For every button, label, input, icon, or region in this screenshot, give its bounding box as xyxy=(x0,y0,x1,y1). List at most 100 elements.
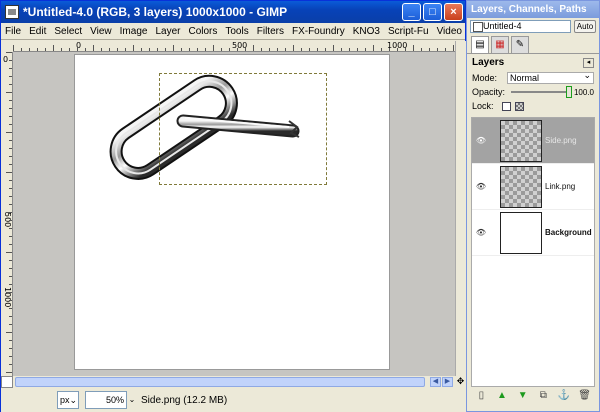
ruler-tick xyxy=(29,48,30,51)
vertical-scrollbar[interactable] xyxy=(455,41,466,376)
layer-row-link[interactable]: 👁 Link.png xyxy=(472,164,594,210)
layer-row-background[interactable]: 👁 Background xyxy=(472,210,594,256)
menu-image[interactable]: Image xyxy=(116,26,152,37)
ruler-tick xyxy=(437,48,438,51)
layer-row-side[interactable]: 👁 Side.png xyxy=(472,118,594,164)
duplicate-layer-icon[interactable]: ⧉ xyxy=(536,390,550,402)
dock-titlebar[interactable]: Layers, Channels, Paths xyxy=(467,1,599,18)
opacity-slider[interactable] xyxy=(511,86,572,98)
ruler-tick xyxy=(189,48,190,51)
image-window-titlebar[interactable]: *Untitled-4.0 (RGB, 3 layers) 1000x1000 … xyxy=(1,1,465,23)
unit-selector[interactable]: px⌄ xyxy=(57,391,79,409)
menu-file[interactable]: File xyxy=(1,26,25,37)
visibility-eye-icon[interactable]: 👁 xyxy=(472,228,490,237)
ruler-tick xyxy=(9,348,12,349)
raise-layer-icon[interactable]: ▲ xyxy=(495,390,509,402)
maximize-button[interactable]: □ xyxy=(423,3,442,21)
menu-colors[interactable]: Colors xyxy=(184,26,221,37)
lock-alpha-icon[interactable] xyxy=(514,101,524,111)
ruler-tick xyxy=(45,48,46,51)
ruler-tick xyxy=(6,332,12,333)
opacity-value[interactable]: 100.0 xyxy=(572,88,594,97)
layer-name[interactable]: Side.png xyxy=(545,136,577,145)
menu-tools[interactable]: Tools xyxy=(221,26,252,37)
ruler-tick xyxy=(9,116,12,117)
zoom-field[interactable]: 50% xyxy=(85,391,127,409)
ruler-tick xyxy=(9,340,12,341)
menu-fx-foundry[interactable]: FX-Foundry xyxy=(288,26,349,37)
ruler-tick xyxy=(373,45,374,51)
ruler-tick xyxy=(317,48,318,51)
menu-edit[interactable]: Edit xyxy=(25,26,50,37)
layer-thumbnail[interactable] xyxy=(500,165,542,208)
delete-layer-icon[interactable]: 🗑 xyxy=(578,390,592,402)
navigate-icon[interactable]: ✥ xyxy=(455,376,466,388)
mode-select[interactable]: Normal xyxy=(507,70,594,84)
layer-name[interactable]: Background xyxy=(545,228,592,237)
ruler-tick xyxy=(309,48,310,51)
menu-filters[interactable]: Filters xyxy=(253,26,288,37)
tab-channels-icon[interactable]: ▦ xyxy=(491,36,509,53)
menu-video[interactable]: Video xyxy=(433,26,466,37)
horizontal-scrollbar[interactable]: ◀ ▶ xyxy=(13,376,455,388)
ruler-tick xyxy=(181,48,182,51)
layer-thumbnail[interactable] xyxy=(500,119,542,162)
new-layer-icon[interactable]: ▯ xyxy=(474,390,488,402)
scroll-right-arrow[interactable]: ▶ xyxy=(442,377,453,387)
ruler-tick xyxy=(9,276,12,277)
ruler-corner[interactable] xyxy=(1,41,13,52)
horizontal-ruler[interactable]: 0 500 1000 xyxy=(13,41,455,52)
quick-mask-toggle[interactable] xyxy=(1,376,13,388)
ruler-tick xyxy=(9,228,12,229)
menu-view[interactable]: View xyxy=(86,26,116,37)
menu-kno3[interactable]: KNO3 xyxy=(349,26,384,37)
image-canvas[interactable] xyxy=(74,54,390,370)
menu-select[interactable]: Select xyxy=(50,26,86,37)
opacity-slider-knob[interactable] xyxy=(566,86,572,98)
panel-menu-button[interactable]: ◂ xyxy=(583,57,594,68)
auto-button[interactable]: Auto xyxy=(574,19,596,33)
tab-paths-icon[interactable]: ✎ xyxy=(511,36,529,53)
dock-title: Layers, Channels, Paths xyxy=(471,4,587,15)
ruler-tick xyxy=(213,45,214,51)
anchor-layer-icon[interactable]: ⚓ xyxy=(557,390,571,402)
scrollbar-thumb[interactable] xyxy=(15,377,425,387)
ruler-tick xyxy=(229,48,230,51)
ruler-tick xyxy=(69,48,70,51)
layer-name[interactable]: Link.png xyxy=(545,182,575,191)
canvas-area[interactable] xyxy=(13,52,455,376)
ruler-tick xyxy=(6,252,12,253)
ruler-tick xyxy=(6,52,12,53)
lower-layer-icon[interactable]: ▼ xyxy=(516,390,530,402)
status-message: Side.png (12.2 MB) xyxy=(141,394,228,406)
ruler-tick xyxy=(349,48,350,51)
ruler-tick xyxy=(133,45,134,51)
minimize-button[interactable]: _ xyxy=(402,3,421,21)
vertical-ruler[interactable]: 0 500 1000 xyxy=(1,52,13,376)
ruler-tick xyxy=(157,48,158,51)
image-selector[interactable]: Untitled-4 xyxy=(470,19,571,33)
ruler-tick xyxy=(405,48,406,51)
lock-pixels-checkbox[interactable] xyxy=(501,101,511,111)
ruler-tick xyxy=(245,48,246,51)
zoom-dropdown-icon[interactable]: ⌄ xyxy=(127,391,137,409)
ruler-tick xyxy=(9,60,12,61)
visibility-eye-icon[interactable]: 👁 xyxy=(472,136,490,145)
ruler-tick xyxy=(61,48,62,51)
scroll-left-arrow[interactable]: ◀ xyxy=(430,377,441,387)
gimp-app-icon[interactable] xyxy=(5,5,19,19)
panel-title: Layers xyxy=(472,57,505,68)
visibility-eye-icon[interactable]: 👁 xyxy=(472,182,490,191)
ruler-tick xyxy=(125,48,126,51)
ruler-tick xyxy=(13,45,14,51)
ruler-tick xyxy=(9,68,12,69)
layer-boundary xyxy=(159,73,327,185)
ruler-tick xyxy=(6,132,12,133)
menu-script-fu[interactable]: Script-Fu xyxy=(384,26,433,37)
ruler-tick xyxy=(397,48,398,51)
tab-layers-icon[interactable]: ▤ xyxy=(471,36,489,53)
ruler-tick xyxy=(9,244,12,245)
menu-layer[interactable]: Layer xyxy=(151,26,184,37)
close-button[interactable]: × xyxy=(444,3,463,21)
layer-thumbnail[interactable] xyxy=(500,211,542,254)
